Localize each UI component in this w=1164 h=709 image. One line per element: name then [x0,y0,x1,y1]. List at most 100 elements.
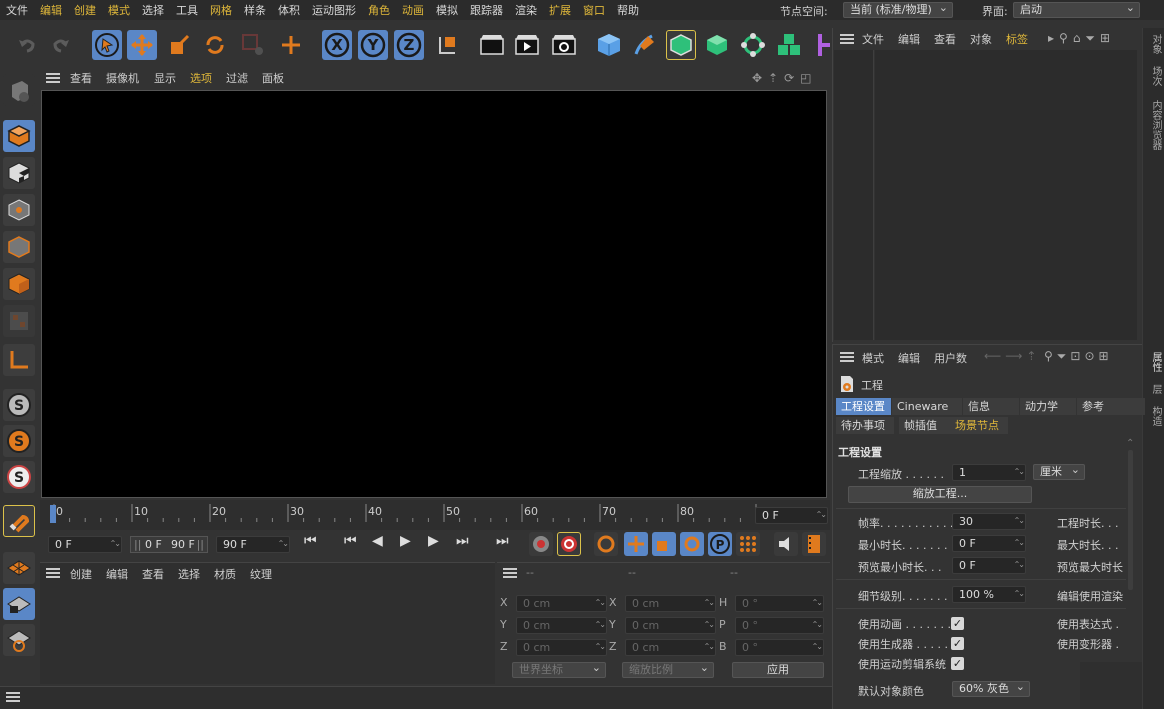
record-icon[interactable] [529,532,553,556]
goto-end-icon[interactable]: ⏭ [496,533,511,549]
goto-start-icon[interactable]: ⏮ [304,533,319,549]
lod-field[interactable]: 100 % [952,586,1026,603]
end-frame-field[interactable]: 90 F [216,536,290,553]
render-view-icon[interactable] [477,30,507,60]
cloner-icon[interactable] [738,30,768,60]
redo-icon[interactable] [46,30,76,60]
render-settings-icon[interactable] [549,30,579,60]
planar-workplane-icon[interactable] [3,624,35,656]
polygon-mode-icon[interactable] [3,268,35,300]
menu-item[interactable]: 渲染 [509,2,543,18]
start-frame-field[interactable]: 0 F [48,536,122,553]
status-menu-icon[interactable] [6,692,20,702]
vtab-takes[interactable]: 场次 [1145,66,1163,86]
key-parameter-icon[interactable]: P [708,532,732,556]
locked-workplane-icon[interactable] [3,588,35,620]
fps-field[interactable]: 30 [952,513,1026,530]
material-menu-item[interactable]: 纹理 [250,566,272,582]
viewport-nav-icons[interactable]: ✥⇡⟳◰ [752,71,818,85]
object-menu-item[interactable]: 文件 [862,31,884,47]
render-picture-viewer-icon[interactable] [512,30,542,60]
layout-select[interactable]: 启动 [1013,2,1140,18]
attr-toolbar-icons[interactable]: ⚲⏷⊡⊙⊞ [1044,349,1113,364]
project-unit-select[interactable]: 厘米 [1033,464,1085,480]
scale-project-button[interactable]: 缩放工程... [848,486,1032,503]
viewport-canvas[interactable] [41,90,827,498]
coord-value-field[interactable]: 0 cm [516,617,607,634]
viewport-menu-icon[interactable] [46,73,60,83]
coord-value-field[interactable]: 0 ° [735,617,824,634]
pen-icon[interactable] [630,30,660,60]
preview-min-field[interactable]: 0 F [952,557,1026,574]
axis-mode-icon[interactable] [3,344,35,376]
make-editable-icon[interactable] [3,74,35,106]
viewport-menu-item[interactable]: 选项 [190,70,212,86]
attr-tab[interactable]: 信息 [963,398,1019,415]
menu-item[interactable]: 运动图形 [306,2,362,18]
project-scale-field[interactable]: 1 [952,464,1026,481]
edge-mode-icon[interactable] [3,231,35,263]
min-time-field[interactable]: 0 F [952,535,1026,552]
vtab-attributes[interactable]: 属性 [1145,352,1163,372]
model-mode-icon[interactable] [3,120,35,152]
attribute-menu-item[interactable]: 模式 [862,350,884,366]
key-rotation-icon[interactable] [680,532,704,556]
object-toolbar-icons[interactable]: ▸⚲⌂⏷⊞ [1048,31,1115,46]
move-icon[interactable] [127,30,157,60]
attr-tab[interactable]: 待办事项 [836,417,894,434]
menu-item[interactable]: 扩展 [543,2,577,18]
menu-item[interactable]: 帮助 [611,2,645,18]
playhead[interactable] [50,505,56,523]
frame-range-slider[interactable]: || 0 F 90 F || [130,536,208,553]
material-menu-item[interactable]: 创建 [70,566,92,582]
material-menu-item[interactable]: 查看 [142,566,164,582]
prev-frame-icon[interactable]: ◀ [372,533,385,549]
live-select-icon[interactable] [238,30,268,60]
coord-value-field[interactable]: 0 cm [625,639,716,656]
object-menu-item[interactable]: 标签 [1006,31,1028,47]
key-pla-icon[interactable] [736,532,760,556]
menu-item[interactable]: 模拟 [430,2,464,18]
scale-mode-select[interactable]: 缩放比例 [622,662,714,678]
menu-item[interactable]: 网格 [204,2,238,18]
node-space-select[interactable]: 当前 (标准/物理) [843,2,953,18]
world-coords-select[interactable]: 世界坐标 [512,662,606,678]
workplane-snap-icon[interactable]: S [3,425,35,457]
attribute-menu-item[interactable]: 用户数 [934,350,967,366]
checkbox[interactable]: ✓ [951,617,964,630]
coordinates-menu-icon[interactable] [503,568,517,578]
point-mode-icon[interactable] [3,194,35,226]
default-color-select[interactable]: 60% 灰色 [952,681,1030,697]
quantize-icon[interactable]: S [3,461,35,493]
material-menu-item[interactable]: 编辑 [106,566,128,582]
autokey-icon[interactable] [557,532,581,556]
viewport-menu-item[interactable]: 面板 [262,70,284,86]
menu-item[interactable]: 动画 [396,2,430,18]
coord-value-field[interactable]: 0 cm [625,595,716,612]
scale-icon[interactable] [164,30,194,60]
attr-nav-icons[interactable]: ⟵⟶⇡ [984,349,1040,363]
viewport-menu-item[interactable]: 过滤 [226,70,248,86]
next-key-icon[interactable]: ⏭ [456,533,471,549]
coord-value-field[interactable]: 0 ° [735,639,824,656]
keyframe-selection-icon[interactable] [594,532,618,556]
attribute-menu-item[interactable]: 编辑 [898,350,920,366]
deformer-icon[interactable] [808,30,832,60]
coordinate-system-icon[interactable] [432,30,462,60]
menu-item[interactable]: 样条 [238,2,272,18]
mograph-cubes-icon[interactable] [774,30,804,60]
menu-item[interactable]: 窗口 [577,2,611,18]
menu-item[interactable]: 跟踪器 [464,2,509,18]
undo-icon[interactable] [12,30,42,60]
key-scale-icon[interactable] [652,532,676,556]
attr-tab[interactable]: 场景节点 [950,417,1008,434]
apply-button[interactable]: 应用 [732,662,824,678]
menu-item[interactable]: 编辑 [34,2,68,18]
prev-key-icon[interactable]: ⏮ [344,533,359,549]
snap-icon[interactable]: S [3,389,35,421]
subdivision-surface-icon[interactable] [666,30,696,60]
material-menu-item[interactable]: 选择 [178,566,200,582]
key-position-icon[interactable] [624,532,648,556]
attr-tab[interactable]: Cineware [892,398,962,415]
uv-mode-icon[interactable] [3,305,35,337]
